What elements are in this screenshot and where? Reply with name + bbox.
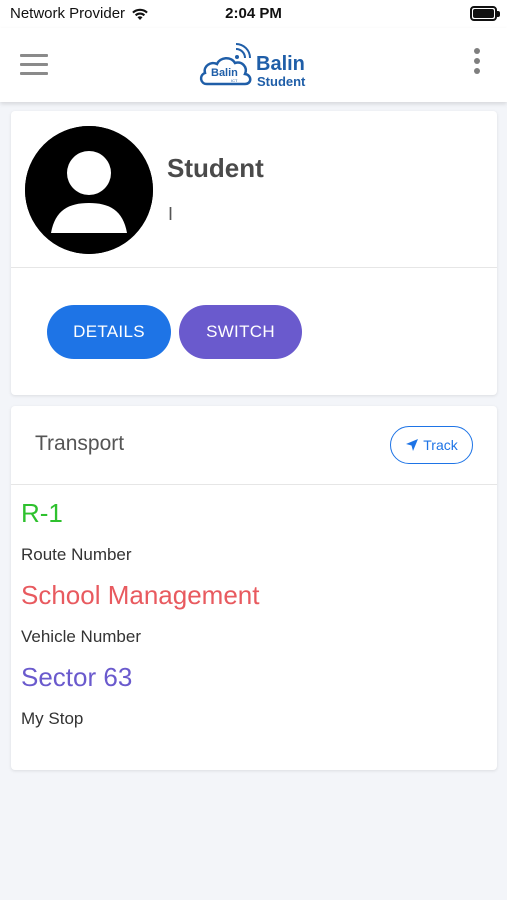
- app-header: Balin ICT Balin Student: [0, 28, 507, 102]
- menu-icon[interactable]: [20, 52, 48, 76]
- navigation-arrow-icon: [406, 439, 419, 451]
- logo-subtitle: Student: [257, 74, 306, 89]
- divider: [11, 484, 497, 485]
- details-button[interactable]: DETAILS: [47, 305, 171, 359]
- transport-title: Transport: [35, 432, 125, 455]
- vehicle-number-value: School Management: [21, 580, 260, 610]
- student-subtitle: I: [168, 204, 174, 224]
- route-number-value: R-1: [21, 498, 63, 528]
- status-time: 2:04 PM: [225, 5, 282, 22]
- student-name: Student: [167, 153, 264, 183]
- profile-card: Student I DETAILS SWITCH: [11, 111, 497, 395]
- divider: [11, 267, 497, 268]
- my-stop-label: My Stop: [21, 709, 84, 728]
- track-button[interactable]: Track: [390, 426, 473, 464]
- logo-badge-small: ICT: [231, 78, 238, 83]
- more-vertical-icon[interactable]: [473, 48, 481, 78]
- route-number-label: Route Number: [21, 545, 132, 564]
- battery-icon: [470, 6, 500, 21]
- app-logo: Balin ICT Balin Student: [198, 40, 313, 90]
- track-label: Track: [423, 437, 458, 453]
- status-bar: Network Provider 2:04 PM: [0, 0, 507, 28]
- avatar-icon: [25, 126, 153, 254]
- my-stop-value: Sector 63: [21, 662, 133, 692]
- vehicle-number-label: Vehicle Number: [21, 627, 142, 646]
- logo-title: Balin: [256, 53, 305, 75]
- logo-cloud-icon: Balin ICT: [199, 43, 252, 86]
- transport-card: Transport Track R-1 Route Number School …: [11, 406, 497, 770]
- switch-button[interactable]: SWITCH: [179, 305, 302, 359]
